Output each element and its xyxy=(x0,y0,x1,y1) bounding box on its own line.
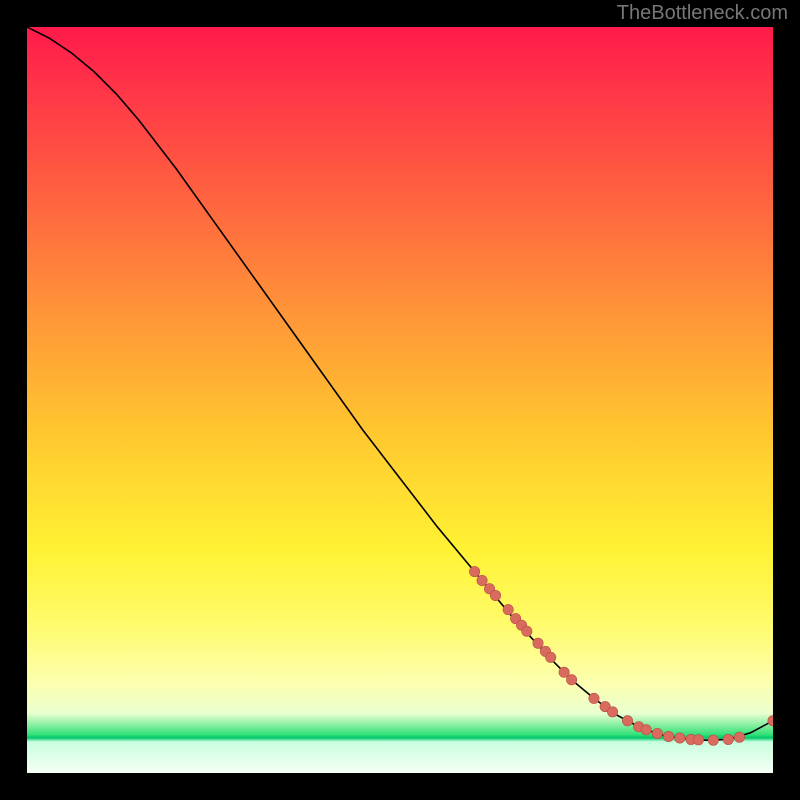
data-marker xyxy=(607,707,617,717)
data-marker xyxy=(566,675,576,685)
data-marker xyxy=(477,575,487,585)
data-marker xyxy=(723,734,733,744)
data-marker xyxy=(469,566,479,576)
bottleneck-curve xyxy=(27,27,773,740)
data-marker xyxy=(641,725,651,735)
data-marker xyxy=(522,626,532,636)
data-marker xyxy=(663,731,673,741)
plot-area xyxy=(27,27,773,773)
data-marker xyxy=(768,716,773,726)
data-marker xyxy=(503,604,513,614)
data-marker xyxy=(652,728,662,738)
chart-container: TheBottleneck.com xyxy=(0,0,800,800)
data-marker xyxy=(622,716,632,726)
data-marker xyxy=(734,732,744,742)
source-attribution: TheBottleneck.com xyxy=(617,2,788,25)
chart-svg xyxy=(27,27,773,773)
data-marker xyxy=(545,652,555,662)
data-markers xyxy=(469,566,773,745)
data-marker xyxy=(589,693,599,703)
data-marker xyxy=(708,735,718,745)
data-marker xyxy=(693,735,703,745)
data-marker xyxy=(490,590,500,600)
data-marker xyxy=(675,733,685,743)
data-marker xyxy=(533,638,543,648)
